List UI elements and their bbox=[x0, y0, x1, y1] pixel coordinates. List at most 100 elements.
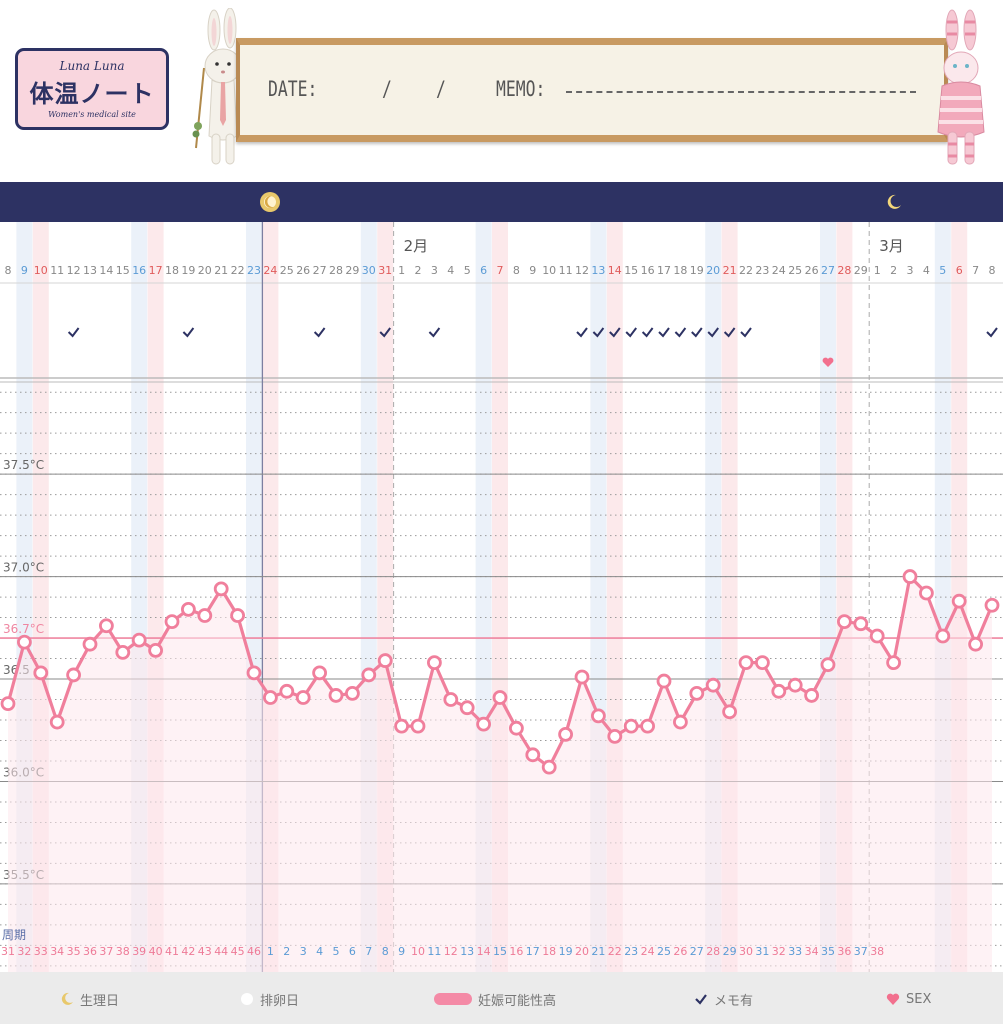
cycle-day-label: 1 bbox=[267, 945, 274, 958]
day-label: 23 bbox=[247, 264, 261, 277]
temperature-point bbox=[541, 759, 557, 775]
memo-check-icon bbox=[625, 327, 637, 338]
temperature-point bbox=[705, 677, 721, 693]
logo-brand: Luna Luna bbox=[59, 59, 125, 73]
month-label: 3月 bbox=[879, 237, 904, 255]
memo-check-icon bbox=[576, 327, 588, 338]
temperature-point bbox=[279, 683, 295, 699]
temperature-point bbox=[197, 608, 213, 623]
temperature-point bbox=[787, 677, 803, 693]
date-slash-2: / bbox=[436, 77, 446, 101]
cycle-day-label: 22 bbox=[608, 945, 622, 958]
cycle-day-label: 43 bbox=[198, 945, 212, 958]
period-moon-icon bbox=[260, 192, 281, 212]
day-label: 11 bbox=[50, 264, 64, 277]
cycle-day-label: 34 bbox=[805, 945, 819, 958]
ovulation-circle-icon bbox=[241, 993, 253, 1005]
day-label: 3 bbox=[907, 264, 914, 277]
day-label: 15 bbox=[624, 264, 638, 277]
day-label: 13 bbox=[83, 264, 97, 277]
cycle-day-label: 5 bbox=[333, 945, 340, 958]
cycle-day-label: 18 bbox=[542, 945, 556, 958]
cycle-day-label: 28 bbox=[706, 945, 720, 958]
memo-check-icon bbox=[674, 327, 687, 338]
day-label: 23 bbox=[755, 264, 769, 277]
temperature-point bbox=[82, 636, 98, 652]
day-label: 28 bbox=[329, 264, 343, 277]
logo-subtitle: Women's medical site bbox=[48, 110, 136, 119]
temperature-point bbox=[673, 714, 688, 730]
day-label: 26 bbox=[296, 264, 310, 277]
day-label: 24 bbox=[772, 264, 786, 277]
memo-check-icon bbox=[691, 327, 703, 338]
temperature-point bbox=[623, 718, 639, 734]
cycle-day-label: 26 bbox=[673, 945, 687, 958]
date-slash-1: / bbox=[382, 77, 392, 101]
day-label: 25 bbox=[280, 264, 294, 277]
day-label: 6 bbox=[956, 264, 963, 277]
temperature-point bbox=[771, 683, 787, 699]
day-label: 1 bbox=[398, 264, 405, 277]
legend-period: 生理日 bbox=[60, 989, 119, 1009]
temperature-point bbox=[869, 628, 885, 644]
temperature-point bbox=[968, 636, 983, 652]
day-label: 12 bbox=[575, 264, 589, 277]
day-label: 26 bbox=[805, 264, 819, 277]
day-label: 16 bbox=[132, 264, 146, 277]
cycle-day-label: 27 bbox=[690, 945, 704, 958]
cycle-day-label: 3 bbox=[300, 945, 307, 958]
day-label: 20 bbox=[706, 264, 720, 277]
day-label: 15 bbox=[116, 264, 130, 277]
y-tick-label: 37.0°C bbox=[3, 561, 44, 575]
temperature-point bbox=[0, 696, 16, 712]
memo-board: DATE: / / MEMO: bbox=[236, 38, 948, 142]
cycle-day-label: 7 bbox=[365, 945, 372, 958]
temperature-point bbox=[607, 728, 623, 744]
cycle-day-label: 37 bbox=[854, 945, 868, 958]
memo-check-icon bbox=[658, 327, 670, 338]
day-label: 9 bbox=[529, 264, 536, 277]
memo-check-icon bbox=[182, 327, 195, 338]
cycle-day-label: 33 bbox=[788, 945, 802, 958]
cycle-day-label: 30 bbox=[739, 945, 753, 958]
temperature-point bbox=[853, 616, 869, 632]
legend-memo-label: メモ有 bbox=[714, 993, 754, 1009]
cycle-day-label: 12 bbox=[444, 945, 458, 958]
day-label: 10 bbox=[542, 264, 556, 277]
temperature-point bbox=[49, 714, 65, 730]
cycle-day-label: 32 bbox=[772, 945, 786, 958]
temperature-point bbox=[180, 601, 196, 617]
temperature-point bbox=[886, 655, 901, 671]
temperature-point bbox=[951, 593, 967, 609]
temperature-point bbox=[213, 581, 229, 597]
temperature-point bbox=[656, 673, 672, 689]
day-label: 7 bbox=[972, 264, 979, 277]
temperature-point bbox=[902, 569, 918, 584]
day-label: 4 bbox=[923, 264, 930, 277]
day-label: 17 bbox=[149, 264, 163, 277]
temperature-point bbox=[115, 644, 131, 660]
cycle-day-label: 40 bbox=[149, 945, 163, 958]
day-label: 5 bbox=[464, 264, 471, 277]
day-label: 29 bbox=[345, 264, 359, 277]
temperature-point bbox=[755, 655, 770, 671]
cycle-day-label: 20 bbox=[575, 945, 589, 958]
temperature-point bbox=[16, 634, 32, 650]
day-label: 24 bbox=[263, 264, 277, 277]
cycle-day-label: 2 bbox=[283, 945, 290, 958]
day-label: 8 bbox=[513, 264, 520, 277]
day-label: 14 bbox=[608, 264, 622, 277]
cycle-day-label: 38 bbox=[116, 945, 130, 958]
cycle-day-label: 6 bbox=[349, 945, 356, 958]
day-label: 16 bbox=[641, 264, 655, 277]
temperature-point bbox=[344, 685, 360, 701]
cycle-day-label: 25 bbox=[657, 945, 671, 958]
temperature-point bbox=[640, 718, 655, 734]
day-label: 27 bbox=[821, 264, 835, 277]
cycle-day-label: 31 bbox=[1, 945, 15, 958]
temperature-point bbox=[984, 597, 1000, 613]
day-label: 19 bbox=[690, 264, 704, 277]
day-label: 9 bbox=[21, 264, 28, 277]
cycle-day-label: 35 bbox=[821, 945, 835, 958]
temperature-point bbox=[919, 585, 934, 601]
